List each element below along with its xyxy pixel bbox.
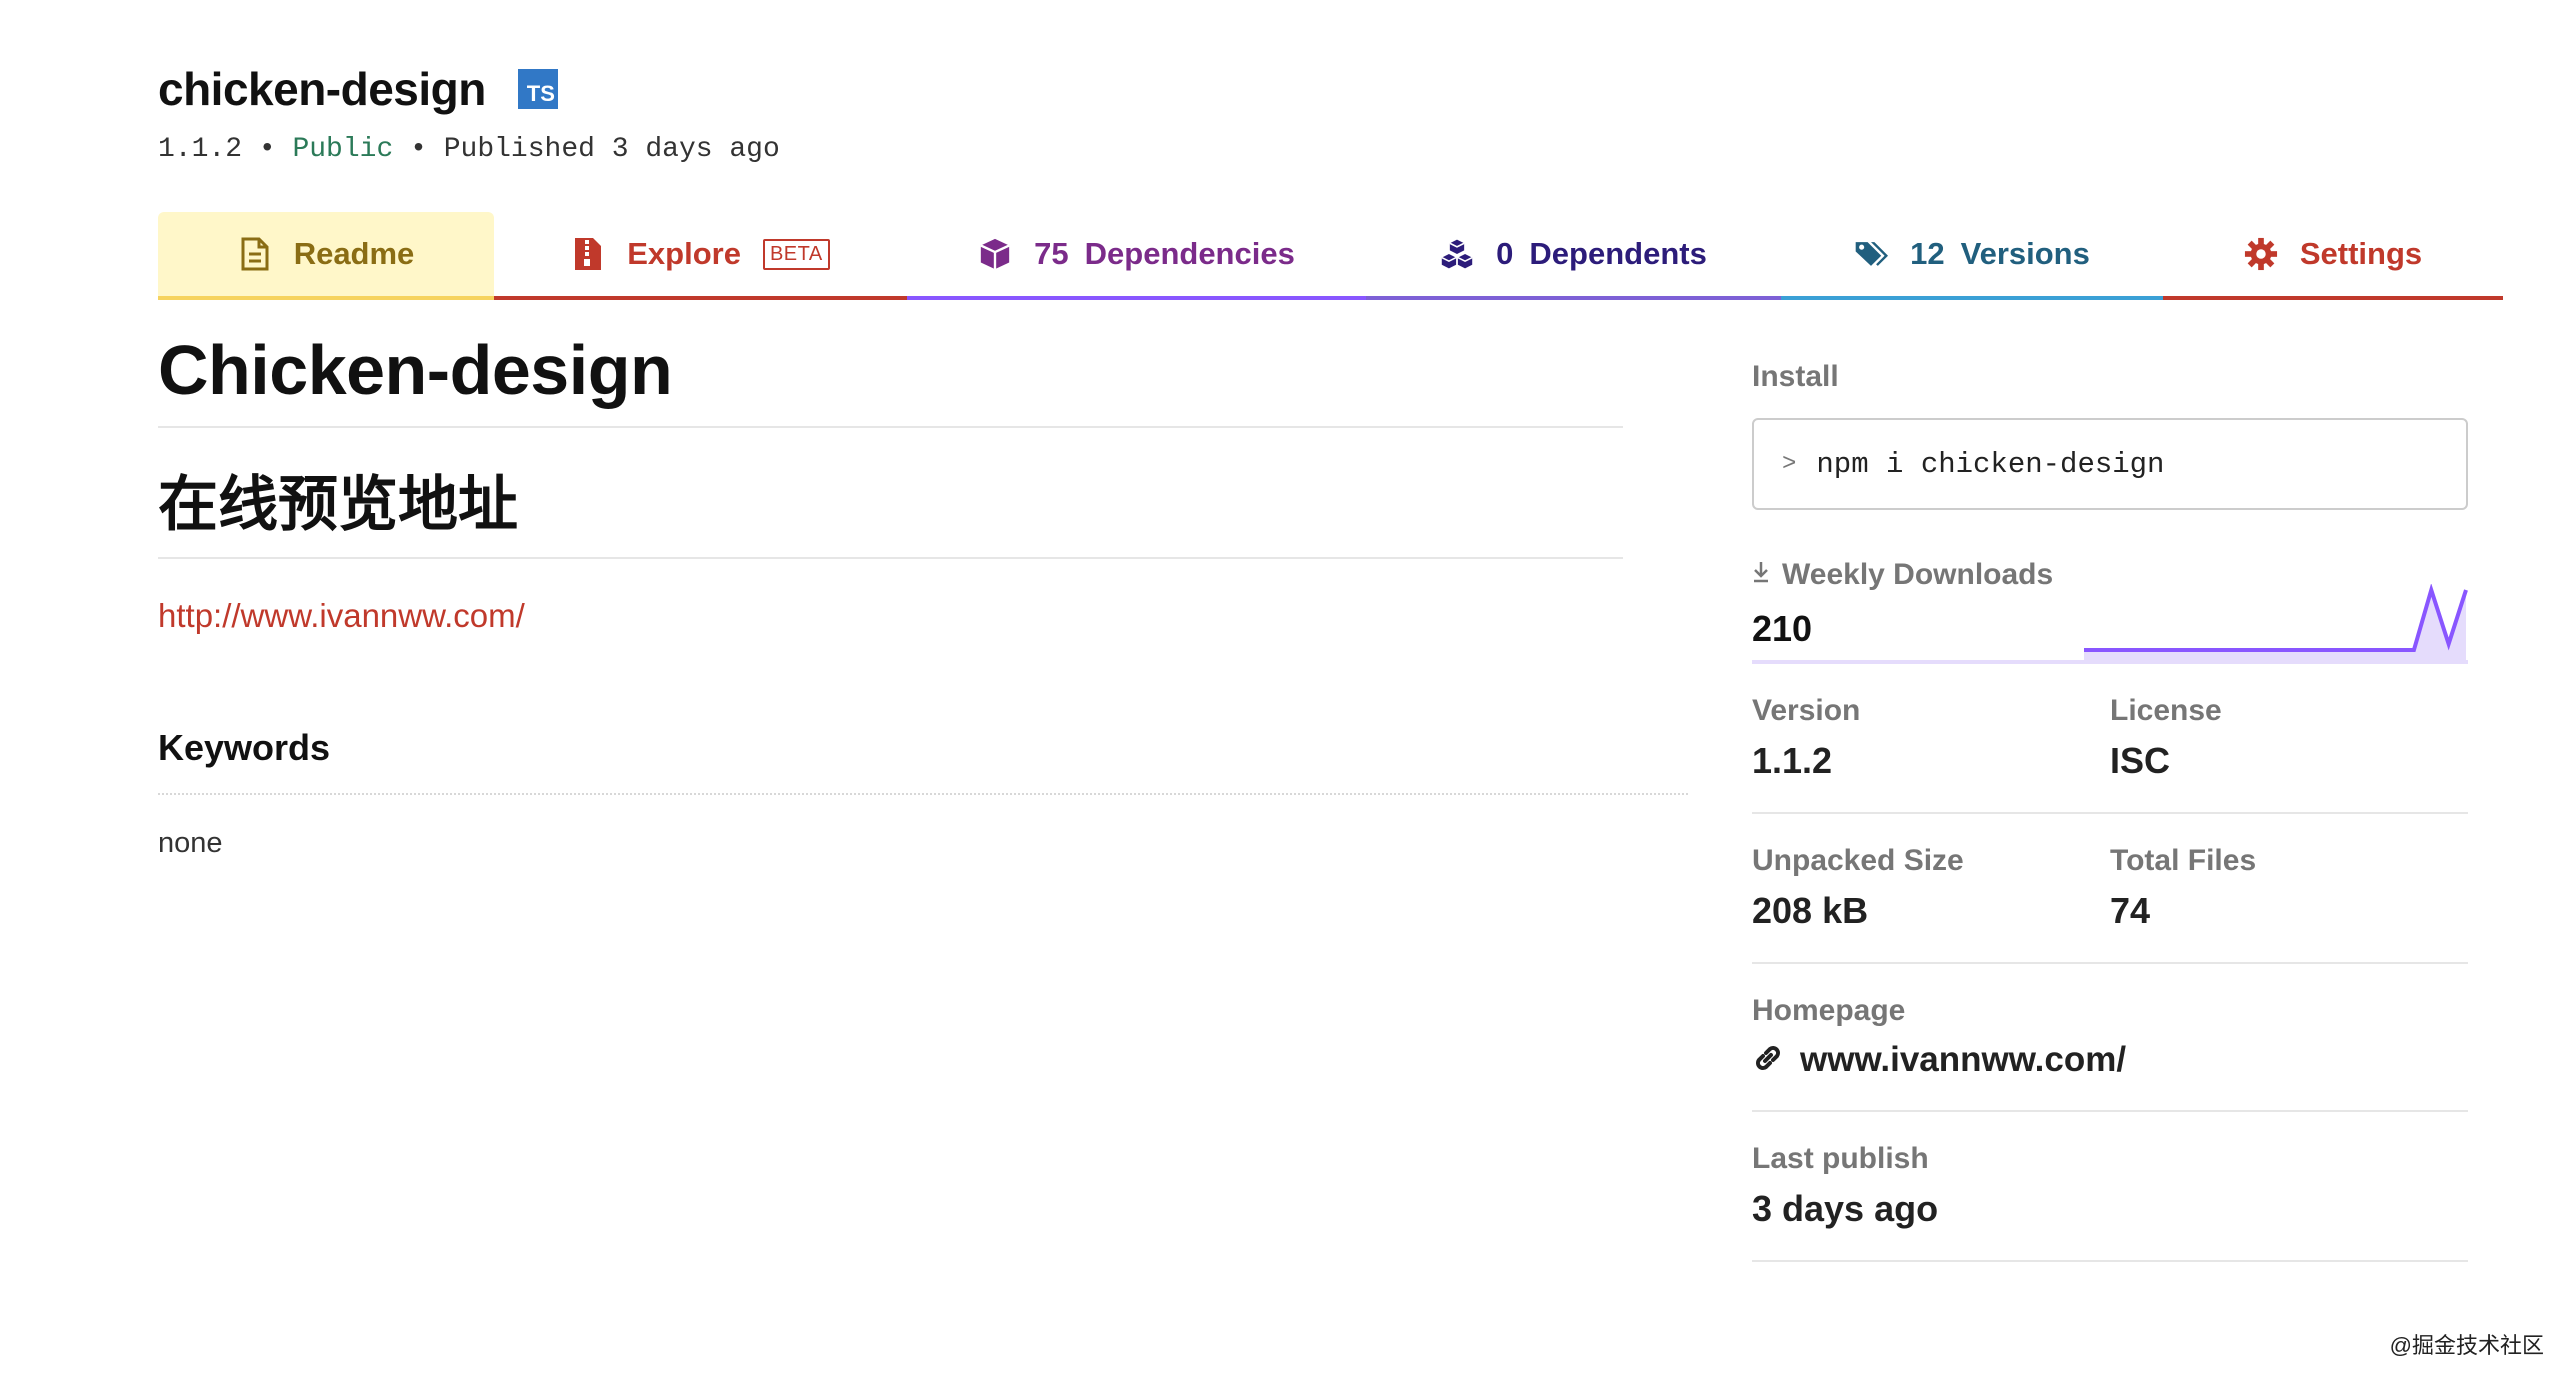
size-files-row: Unpacked Size 208 kB Total Files 74 (1752, 814, 2468, 964)
homepage-row: www.ivannww.com/ (1752, 1040, 2468, 1080)
tab-settings[interactable]: Settings (2163, 212, 2503, 300)
total-files-label: Total Files (2110, 844, 2257, 877)
keywords-value: none (158, 827, 223, 859)
unpacked-size-column: Unpacked Size 208 kB (1752, 844, 2110, 932)
tags-icon (1854, 237, 1889, 271)
tab-readme[interactable]: Readme (158, 212, 494, 300)
visibility-label: Public (292, 134, 394, 165)
install-label: Install (1752, 360, 1839, 393)
tab-label: Dependents (1529, 236, 1707, 271)
tab-label: Settings (2299, 236, 2423, 271)
total-files-value: 74 (2110, 890, 2151, 931)
homepage-label: Homepage (1752, 994, 1906, 1027)
version-license-row: Version 1.1.2 License ISC (1752, 664, 2468, 814)
weekly-downloads-label: Weekly Downloads (1782, 558, 2054, 591)
gear-icon (2244, 237, 2278, 271)
tab-label: Readme (293, 236, 415, 271)
preview-link[interactable]: http://www.ivannww.com/ (158, 597, 525, 635)
dependencies-count: 75 (1034, 236, 1069, 271)
terminal-prompt-icon: > (1782, 450, 1797, 478)
meta-separator: • (258, 134, 276, 165)
watermark: @掘金技术社区 (2389, 1333, 2544, 1358)
file-zip-icon (571, 237, 605, 271)
last-publish-value: 3 days ago (1752, 1188, 1939, 1229)
tab-label: Dependencies (1084, 236, 1295, 271)
tab-dependents[interactable]: 0 Dependents (1366, 212, 1781, 300)
downloads-sparkline[interactable] (2082, 584, 2468, 660)
beta-badge: BETA (762, 238, 830, 270)
box-icon (978, 237, 1012, 271)
license-value: ISC (2110, 740, 2171, 781)
download-icon (1752, 558, 1770, 592)
version-label: Version (1752, 694, 1861, 727)
tab-dependencies[interactable]: 75 Dependencies (907, 212, 1366, 300)
tab-label: Versions (1960, 236, 2090, 271)
last-publish-label: Last publish (1752, 1142, 1929, 1175)
keywords-heading: Keywords (158, 727, 1688, 795)
published-time: Published 3 days ago (443, 134, 780, 165)
link-icon (1752, 1042, 1784, 1079)
tab-label: Explore (627, 236, 741, 271)
readme-subtitle: 在线预览地址 (158, 456, 1623, 559)
file-text-icon (238, 237, 272, 271)
unpacked-size-value: 208 kB (1752, 890, 1869, 931)
license-column: License ISC (2110, 694, 2468, 782)
meta-separator: • (410, 134, 427, 165)
boxes-icon (1440, 237, 1474, 271)
versions-count: 12 (1910, 236, 1945, 271)
readme-title: Chicken-design (158, 330, 1623, 428)
weekly-downloads-row: 210 (1752, 584, 2468, 664)
tab-versions[interactable]: 12 Versions (1781, 212, 2163, 300)
package-meta: 1.1.2 • Public • Published 3 days ago (158, 134, 780, 165)
package-header: chicken-design TS 1.1.2 • Public • Publi… (158, 62, 780, 165)
sparkline-line (2084, 584, 2468, 652)
homepage-block: Homepage www.ivannww.com/ (1752, 964, 2468, 1112)
readme-content: Chicken-design 在线预览地址 http://www.ivannww… (158, 330, 1688, 860)
package-title-row: chicken-design TS (158, 62, 780, 116)
package-tabs: Readme Explore BETA 75 Dependencies 0 De… (158, 212, 2503, 300)
typescript-icon: TS (517, 69, 558, 109)
package-sidebar: Install > npm i chicken-design Weekly Do… (1752, 360, 2468, 1262)
total-files-column: Total Files 74 (2110, 844, 2468, 932)
tab-explore[interactable]: Explore BETA (494, 212, 907, 300)
homepage-link[interactable]: www.ivannww.com/ (1800, 1040, 2126, 1080)
weekly-downloads-count: 210 (1752, 608, 1813, 649)
license-label: License (2110, 694, 2222, 727)
version-column: Version 1.1.2 (1752, 694, 2110, 782)
version-value: 1.1.2 (1752, 740, 1833, 781)
package-version: 1.1.2 (158, 134, 243, 165)
package-name: chicken-design (158, 63, 486, 115)
install-command-box[interactable]: > npm i chicken-design (1752, 418, 2468, 510)
last-publish-block: Last publish 3 days ago (1752, 1112, 2468, 1262)
install-command: npm i chicken-design (1816, 447, 2165, 481)
unpacked-size-label: Unpacked Size (1752, 844, 1964, 877)
dependents-count: 0 (1496, 236, 1514, 271)
